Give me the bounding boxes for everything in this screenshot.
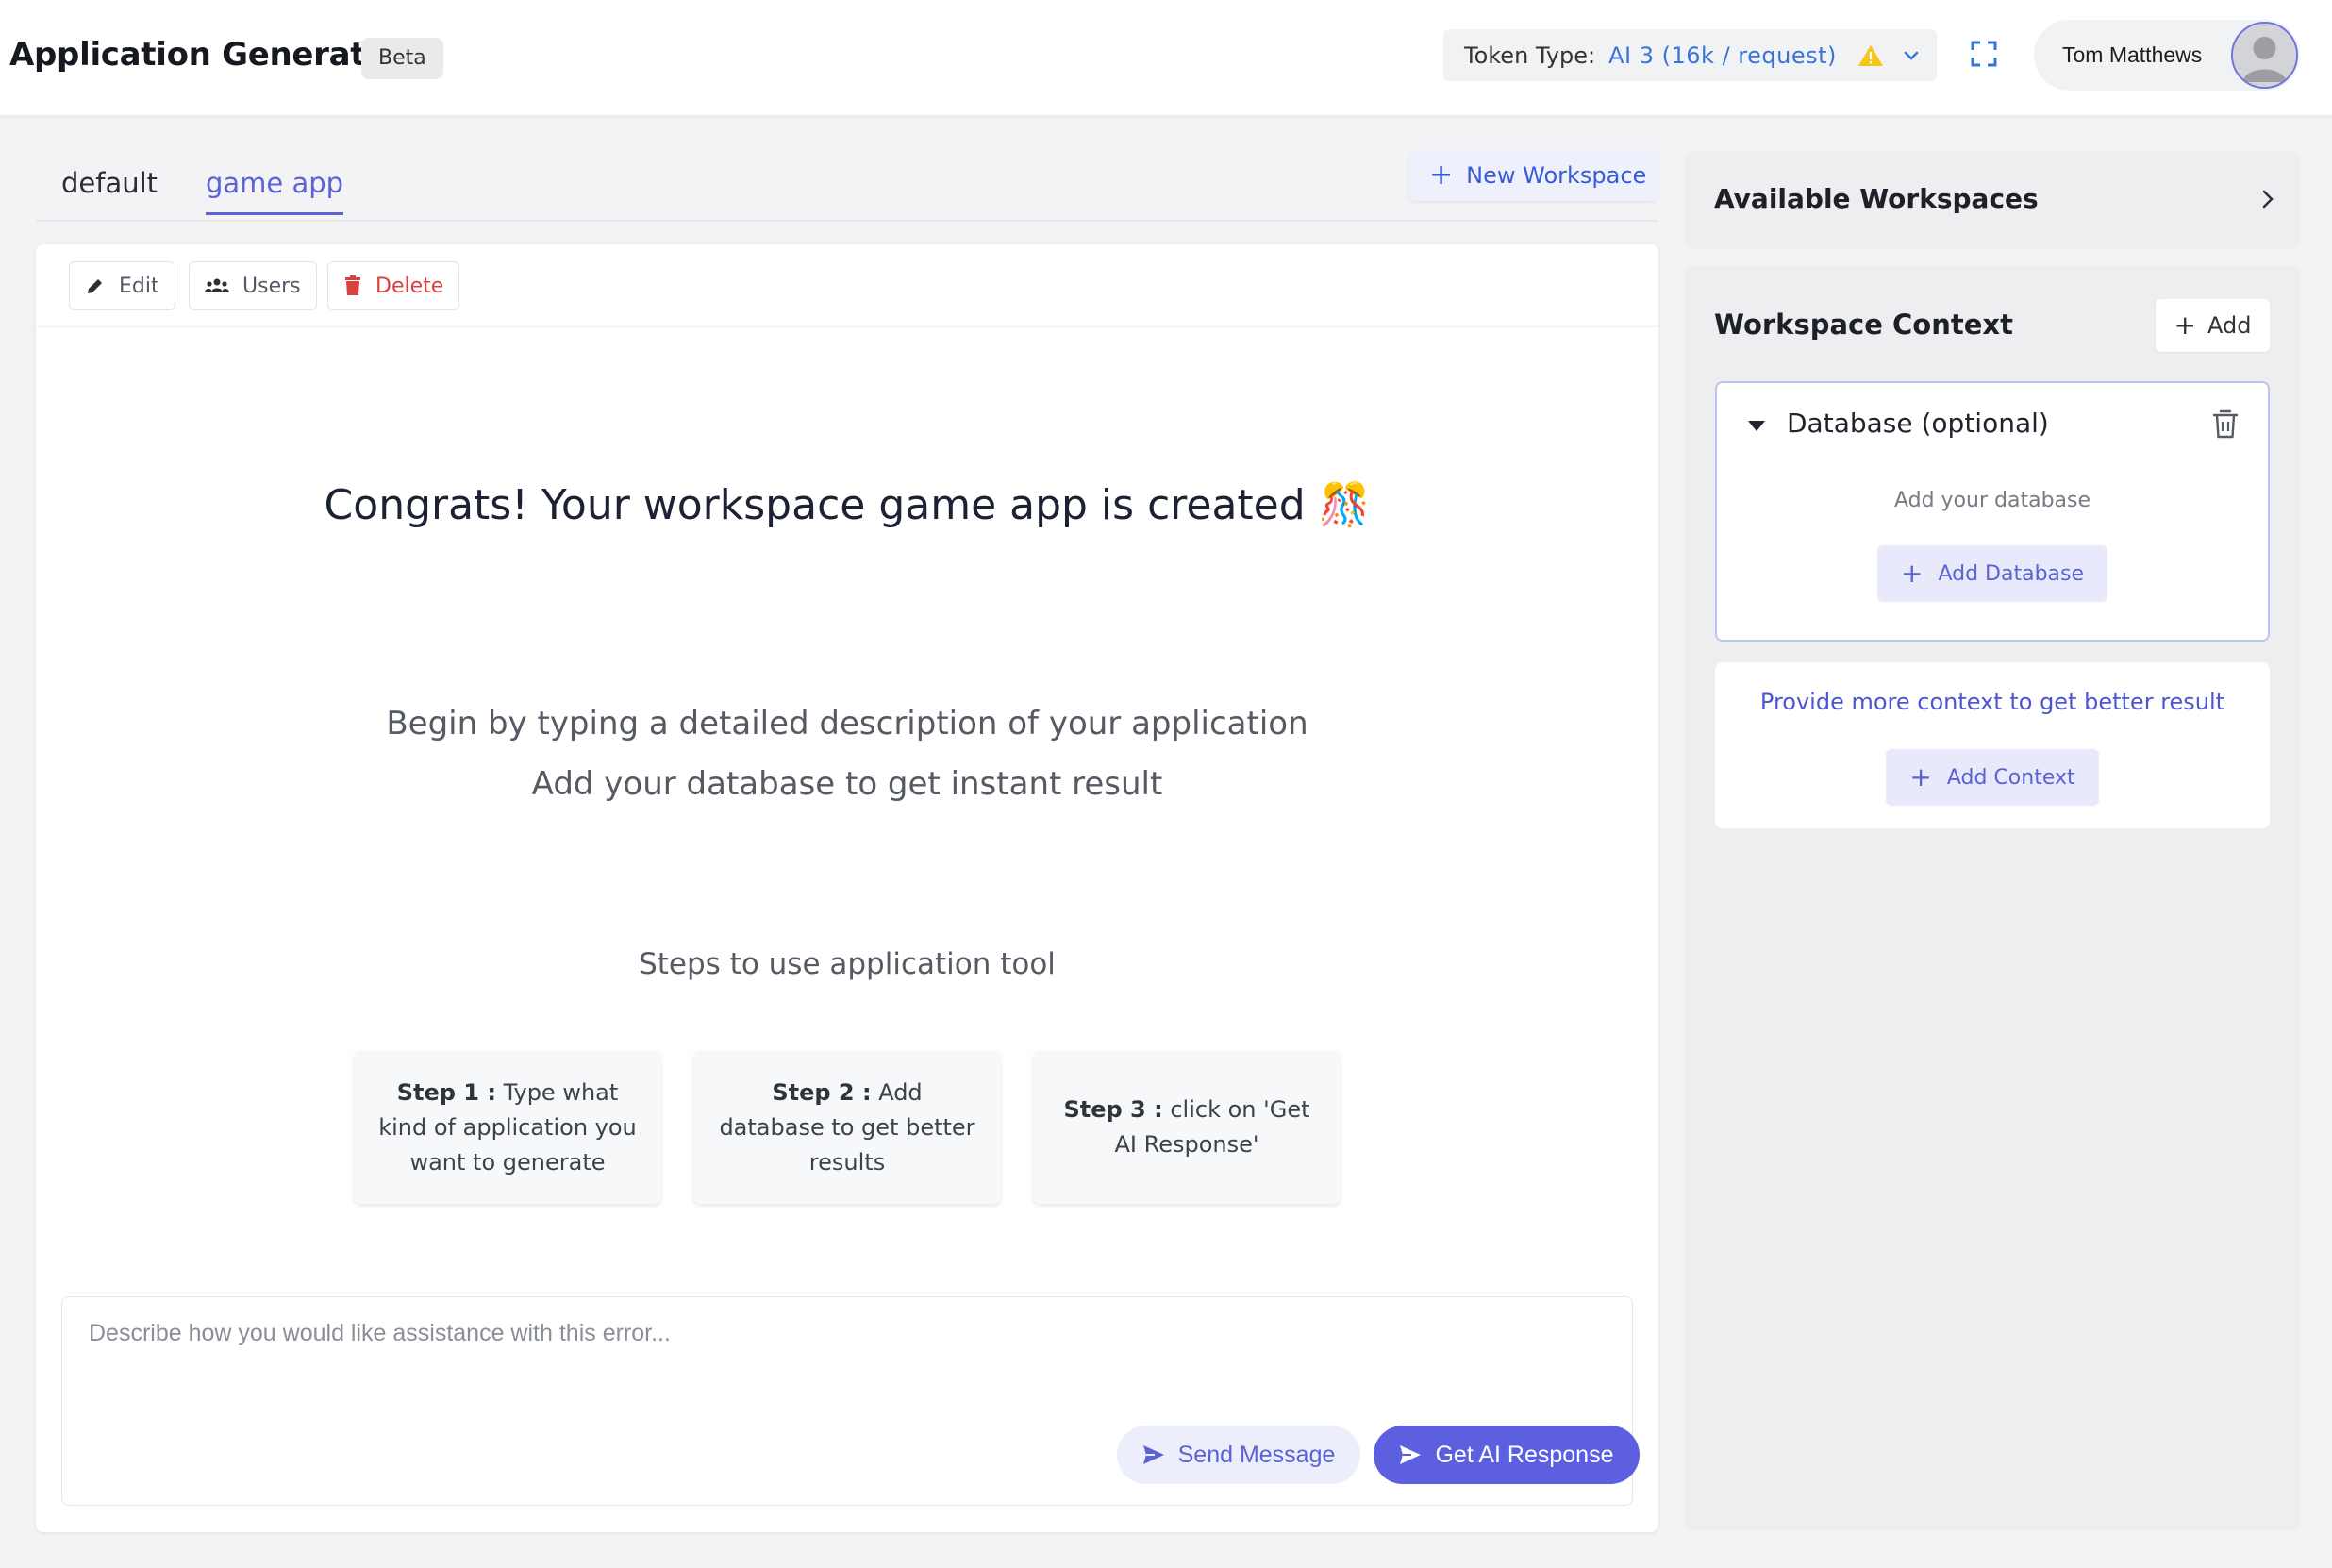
intro-text-2: Add your database to get instant result (531, 765, 1163, 803)
pencil-icon (88, 279, 102, 293)
step-card-1: Step 1 : Type what kind of application y… (354, 1051, 661, 1204)
avatar[interactable] (2231, 22, 2298, 89)
workspace-context-panel: Workspace Context + Add Database (option… (1684, 266, 2301, 1530)
token-type-label: Token Type: (1464, 42, 1596, 69)
delete-label: Delete (375, 274, 444, 298)
new-workspace-label: New Workspace (1466, 162, 1647, 189)
available-workspaces-title: Available Workspaces (1714, 183, 2039, 214)
add-context-item-button[interactable]: + Add (2156, 299, 2270, 352)
more-context-section: Provide more context to get better resul… (1715, 662, 2270, 828)
workspace-context-title: Workspace Context (1714, 309, 2013, 341)
step-card-2: Step 2 : Add database to get better resu… (693, 1051, 1001, 1204)
database-hint: Add your database (1893, 489, 2091, 512)
tab-game-app[interactable]: game app (206, 167, 344, 215)
edit-label: Edit (119, 274, 159, 298)
step-1-label: Step 1 : (396, 1078, 496, 1106)
step-card-3: Step 3 : click on 'Get AI Response' (1033, 1051, 1341, 1204)
add-database-label: Add Database (1938, 561, 2085, 586)
send-message-label: Send Message (1177, 1441, 1336, 1468)
new-workspace-button[interactable]: + New Workspace (1408, 150, 1658, 201)
app-title: Application Generator (9, 36, 403, 74)
database-title: Database (optional) (1787, 408, 2049, 439)
top-bar: Application Generator Beta Token Type: A… (0, 0, 2332, 115)
available-workspaces-panel[interactable]: Available Workspaces (1684, 151, 2301, 249)
get-ai-response-button[interactable]: Get AI Response (1374, 1426, 1640, 1484)
database-section: Database (optional) Add your database + … (1715, 381, 2270, 642)
message-input[interactable] (62, 1297, 1632, 1420)
add-label: Add (2207, 312, 2252, 339)
tab-default[interactable]: default (61, 167, 158, 212)
plus-icon: + (1909, 761, 1932, 792)
add-context-label: Add Context (1946, 765, 2075, 790)
plus-icon: + (1429, 158, 1454, 192)
congrats-message: Congrats! Your workspace game app is cre… (324, 481, 1371, 529)
edit-button[interactable]: Edit (69, 261, 175, 310)
beta-badge: Beta (361, 38, 443, 79)
delete-button[interactable]: Delete (327, 261, 460, 310)
trash-icon (345, 275, 360, 295)
user-menu[interactable]: Tom Matthews (2034, 20, 2300, 91)
add-database-button[interactable]: + Add Database (1877, 545, 2107, 602)
steps-title: Steps to use application tool (639, 947, 1056, 981)
workspace-main-card: Edit Users Delete Congrats! Your workspa… (36, 244, 1658, 1532)
fullscreen-icon[interactable] (1970, 40, 1998, 68)
token-type-value: AI 3 (16k / request) (1608, 42, 1837, 69)
intro-text-1: Begin by typing a detailed description o… (386, 705, 1308, 742)
step-3-label: Step 3 : (1063, 1096, 1163, 1123)
plus-icon: + (2174, 309, 2196, 341)
chevron-right-icon[interactable] (2259, 187, 2276, 211)
users-label: Users (242, 274, 301, 298)
token-type-selector[interactable]: Token Type: AI 3 (16k / request) (1443, 29, 1937, 81)
send-icon (1142, 1445, 1164, 1464)
send-icon (1400, 1445, 1422, 1464)
users-icon (205, 278, 229, 292)
more-context-text: Provide more context to get better resul… (1759, 689, 2225, 715)
trash-icon[interactable] (2211, 408, 2240, 440)
get-ai-response-label: Get AI Response (1435, 1441, 1614, 1468)
send-message-button[interactable]: Send Message (1117, 1426, 1360, 1484)
chevron-down-icon[interactable] (1901, 45, 1922, 66)
add-context-button[interactable]: + Add Context (1886, 749, 2099, 806)
user-name: Tom Matthews (2062, 42, 2203, 67)
message-composer: Send Message Get AI Response (61, 1296, 1640, 1506)
step-2-label: Step 2 : (772, 1078, 872, 1106)
caret-down-icon[interactable] (1747, 419, 1766, 432)
warning-icon (1857, 44, 1883, 66)
workspace-toolbar: Edit Users Delete (36, 244, 1658, 327)
users-button[interactable]: Users (189, 261, 317, 310)
plus-icon: + (1900, 558, 1924, 589)
